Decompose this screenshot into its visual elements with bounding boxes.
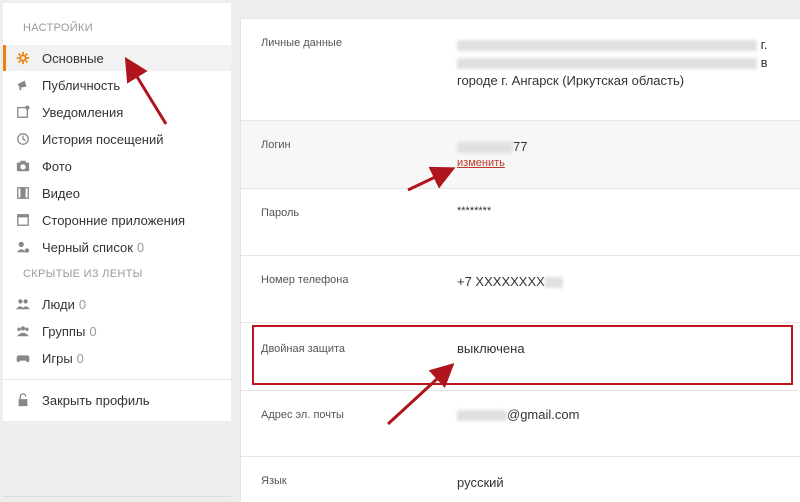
login-suffix: 77 [513,139,528,154]
lock-icon [15,392,31,408]
sidebar-item-label: Черный список [42,239,133,255]
personal-data-label: Личные данные [261,37,342,49]
two-factor-value: выключена [457,341,525,356]
settings-sidebar: НАСТРОЙКИ Основные Публичность Уведомлен… [3,3,231,421]
login-row[interactable]: Логин 77 изменить [241,120,800,188]
sidebar-item-groups[interactable]: Группы 0 [3,318,231,344]
sidebar-item-label: Основные [42,50,104,66]
sidebar-item-people[interactable]: Люди 0 [3,291,231,317]
people-icon [15,296,31,312]
login-value: 77 [457,139,527,154]
sidebar-item-history[interactable]: История посещений [3,126,231,152]
notification-icon [15,104,31,120]
phone-label: Номер телефона [261,274,349,286]
gamepad-icon [15,350,31,366]
sidebar-item-label: Сторонние приложения [42,212,186,228]
email-row[interactable]: Адрес эл. почты @gmail.com [241,390,800,456]
sidebar-item-label: Люди [42,296,75,312]
sidebar-item-label: Фото [42,158,72,174]
blurred-text [544,277,563,289]
sidebar-item-blacklist[interactable]: Черный список 0 [3,234,231,260]
edit-login-link[interactable]: изменить [457,157,505,169]
sidebar-item-label: Публичность [42,77,121,93]
user-block-icon [15,239,31,255]
sidebar-item-video[interactable]: Видео [3,180,231,206]
personal-data-city: городе г. Ангарск (Иркутская область) [457,73,685,88]
history-icon [15,131,31,147]
hidden-section-title: СКРЫТЫЕ ИЗ ЛЕНТЫ [23,268,143,280]
people-count: 0 [78,296,87,312]
language-label: Язык [261,475,287,487]
window-icon [15,212,31,228]
sidebar-item-publicity[interactable]: Публичность [3,72,231,98]
language-row[interactable]: Язык русский [241,456,800,502]
sidebar-item-games[interactable]: Игры 0 [3,345,231,371]
sidebar-item-label: Уведомления [42,104,124,120]
password-value: ******** [457,205,492,217]
groups-icon [15,323,31,339]
settings-section-title: НАСТРОЙКИ [23,22,93,34]
blurred-text [457,142,513,154]
phone-row[interactable]: Номер телефона +7 XXXXXXXX [241,255,800,322]
groups-count: 0 [89,323,97,339]
sidebar-item-label: Видео [42,185,80,201]
sidebar-item-label: Игры [42,350,73,366]
sidebar-item-apps[interactable]: Сторонние приложения [3,207,231,233]
sidebar-item-label: Группы [42,323,86,339]
email-suffix: @gmail.com [507,407,580,422]
personal-data-line2: в [457,55,768,70]
personal-suffix: в [760,55,768,70]
camera-icon [15,158,31,174]
sidebar-divider [3,379,231,380]
email-value: @gmail.com [457,407,579,422]
sidebar-item-photo[interactable]: Фото [3,153,231,179]
sidebar-item-main[interactable]: Основные [3,45,231,71]
blurred-text [457,410,507,422]
settings-main-panel: Личные данные г. в городе г. Ангарск (Ир… [240,18,800,502]
login-label: Логин [261,139,291,151]
two-factor-label: Двойная защита [261,343,346,355]
password-label: Пароль [261,207,300,219]
phone-value: +7 XXXXXXXX [457,274,563,289]
password-row[interactable]: Пароль ******** [241,188,800,255]
games-count: 0 [76,350,84,366]
phone-number: +7 XXXXXXXX [457,274,545,289]
personal-data-row[interactable]: Личные данные г. в городе г. Ангарск (Ир… [241,18,800,120]
two-factor-row[interactable]: Двойная защита выключена [241,322,800,390]
divider [3,496,231,497]
blurred-text [457,40,757,52]
gear-icon [15,50,31,66]
blurred-text [457,58,757,70]
megaphone-icon [15,77,31,93]
close-profile-label: Закрыть профиль [42,392,150,408]
email-label: Адрес эл. почты [261,409,344,421]
sidebar-item-notifications[interactable]: Уведомления [3,99,231,125]
blacklist-count: 0 [136,239,145,255]
sidebar-item-label: История посещений [42,131,164,147]
personal-suffix: г. [760,37,768,52]
language-value: русский [457,475,504,490]
personal-data-line1: г. [457,37,767,52]
close-profile-link[interactable]: Закрыть профиль [3,387,231,413]
film-icon [15,185,31,201]
